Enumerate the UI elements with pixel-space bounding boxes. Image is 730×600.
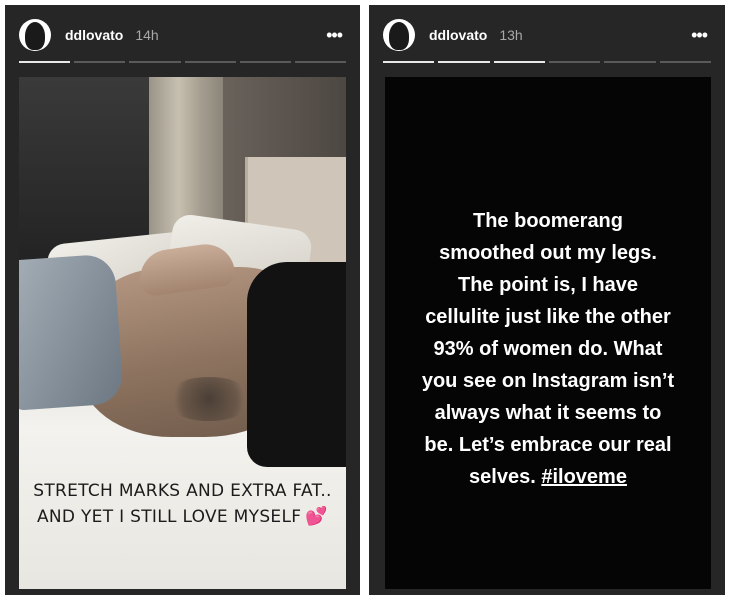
two-hearts-icon: 💕 <box>305 506 329 527</box>
story-text: The boomerang smoothed out my legs. The … <box>385 205 711 493</box>
story-caption: STRETCH MARKS AND EXTRA FAT.. AND YET I … <box>19 479 346 530</box>
username[interactable]: ddlovato <box>65 27 123 43</box>
progress-segment <box>604 61 656 63</box>
story-text-card[interactable]: The boomerang smoothed out my legs. The … <box>385 77 711 589</box>
profile-avatar[interactable] <box>383 19 415 51</box>
caption-line: STRETCH MARKS AND EXTRA FAT.. <box>33 481 332 501</box>
story-text-line: cellulite just like the other <box>425 306 671 328</box>
story-text-line: The boomerang <box>472 210 623 232</box>
caption-line: AND YET I STILL LOVE MYSELF 💕 <box>19 504 346 530</box>
story-text-line: selves. #iloveme <box>395 461 701 493</box>
profile-avatar[interactable] <box>19 19 51 51</box>
story-header: ddlovato 13h ••• <box>383 17 711 53</box>
progress-segment <box>74 61 126 63</box>
progress-segment <box>438 61 490 63</box>
story-text-line: The point is, I have <box>457 274 639 296</box>
photo-jeans <box>19 253 125 411</box>
story-progress-bar <box>383 61 711 63</box>
progress-segment <box>294 61 347 63</box>
story-panel-left: ddlovato 14h ••• STRETCH MARKS AND EXTRA… <box>5 5 360 595</box>
story-text-line: be. Let’s embrace our real <box>424 434 672 456</box>
username[interactable]: ddlovato <box>429 27 487 43</box>
story-photo[interactable]: STRETCH MARKS AND EXTRA FAT.. AND YET I … <box>19 77 346 589</box>
story-text-line: 93% of women do. What <box>433 338 663 360</box>
progress-segment <box>548 61 601 63</box>
progress-segment <box>129 61 181 63</box>
hashtag-link[interactable]: #iloveme <box>541 466 627 488</box>
photo-tattoo <box>164 377 254 421</box>
more-horizontal-icon[interactable]: ••• <box>687 24 711 46</box>
timestamp: 13h <box>499 27 523 43</box>
progress-segment <box>659 61 711 63</box>
progress-segment <box>19 61 71 63</box>
story-text-line: smoothed out my legs. <box>439 242 657 264</box>
progress-segment <box>493 61 545 63</box>
story-header: ddlovato 14h ••• <box>19 17 346 53</box>
progress-segment <box>383 61 435 63</box>
story-progress-bar <box>19 61 347 63</box>
progress-segment <box>184 61 236 63</box>
timestamp: 14h <box>135 27 159 43</box>
story-text-prefix: selves. <box>469 466 542 488</box>
photo-shirt <box>247 262 346 467</box>
caption-line-text: AND YET I STILL LOVE MYSELF <box>36 507 302 527</box>
progress-segment <box>239 61 291 63</box>
more-horizontal-icon[interactable]: ••• <box>322 24 346 46</box>
story-text-line: you see on Instagram isn’t <box>421 370 675 392</box>
story-text-line: always what it seems to <box>434 402 662 424</box>
story-panel-right: ddlovato 13h ••• The boomerang smoothed … <box>369 5 725 595</box>
